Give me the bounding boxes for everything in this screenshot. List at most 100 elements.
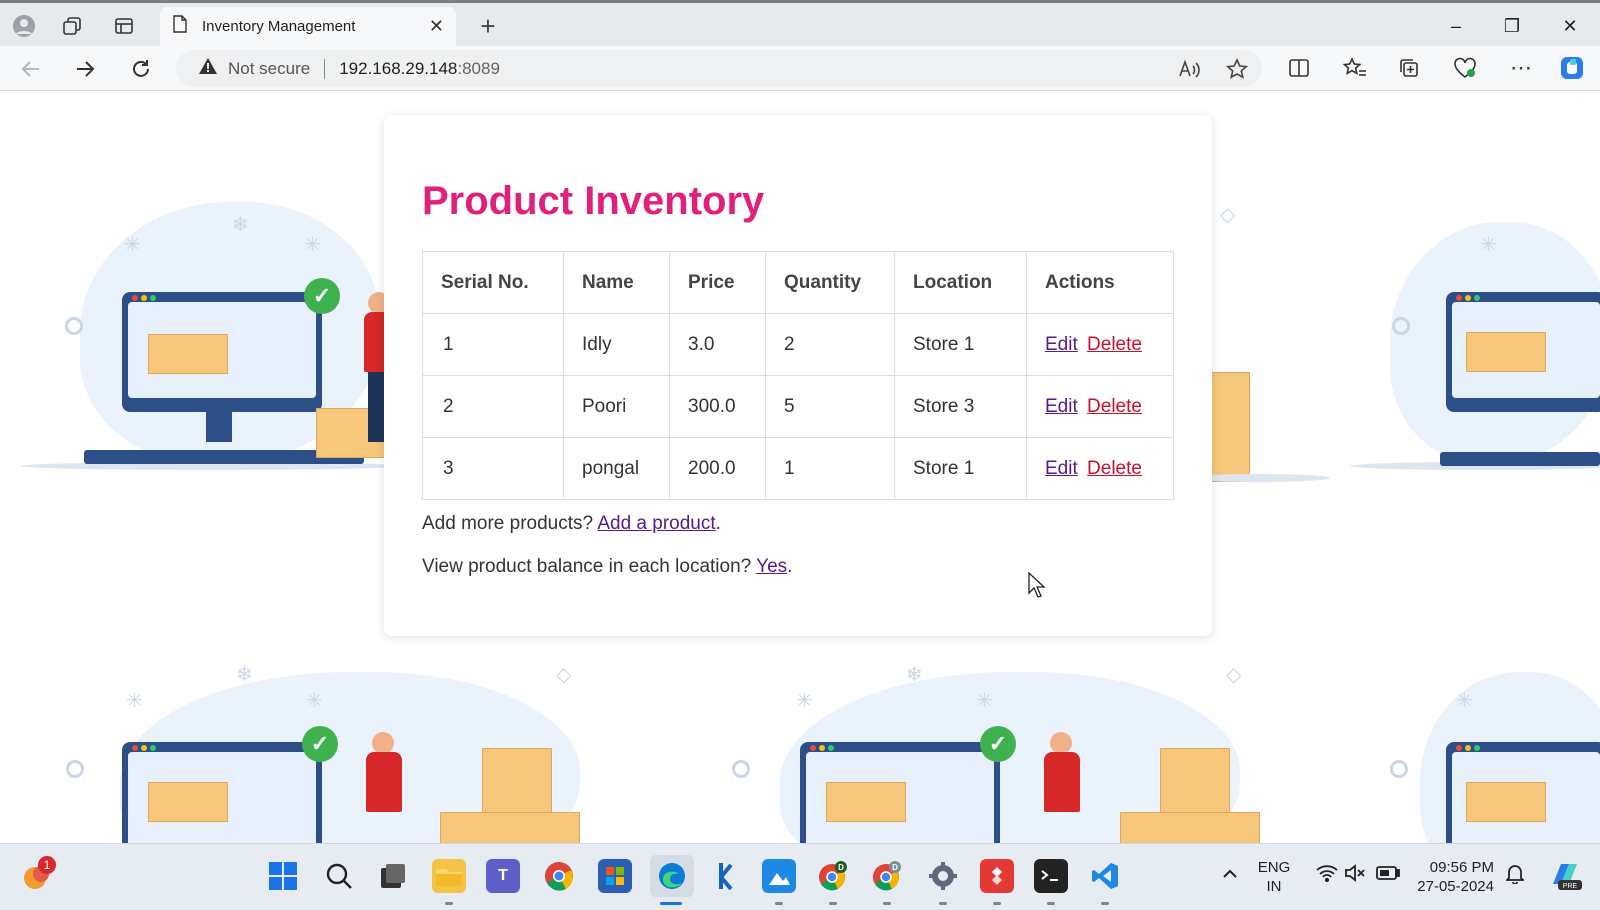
copilot-taskbar-icon[interactable]: PRE — [1548, 858, 1582, 897]
vertical-tabs-icon[interactable] — [108, 11, 140, 41]
tab-inventory-management[interactable]: Inventory Management ✕ — [160, 7, 456, 46]
running-indicator — [883, 902, 891, 905]
copilot-icon[interactable] — [1555, 51, 1589, 85]
volume-muted-icon[interactable] — [1344, 864, 1366, 887]
diamond-icon: ◇ — [1226, 664, 1242, 686]
profile-icon[interactable] — [8, 11, 40, 41]
battery-icon[interactable] — [1376, 864, 1400, 887]
windows-taskbar: 1 T D D ENG IN 09:56 PM 27-05-2024 PRE — [0, 843, 1600, 910]
table-row: 3 pongal 200.0 1 Store 1 Edit Delete — [422, 437, 1174, 500]
add-more-text: Add more products? — [422, 513, 594, 534]
microsoft-store-icon[interactable] — [598, 859, 632, 893]
running-indicator — [993, 902, 1001, 905]
column-header-location: Location — [894, 251, 1027, 314]
box-illustration — [1466, 332, 1546, 372]
address-divider — [324, 58, 326, 79]
minimize-button[interactable]: – — [1436, 11, 1476, 41]
edit-link[interactable]: Edit — [1045, 458, 1078, 479]
decor-ring — [1392, 317, 1410, 335]
chrome-profile-d2-icon[interactable]: D — [870, 859, 904, 893]
diamond-icon: ◇ — [1220, 204, 1236, 226]
cell-price: 200.0 — [669, 437, 766, 500]
terminal-icon[interactable] — [1034, 859, 1068, 893]
chrome-profile-d-icon[interactable]: D — [816, 859, 850, 893]
column-header-quantity: Quantity — [765, 251, 895, 314]
restore-button[interactable]: ❐ — [1492, 11, 1532, 41]
box-illustration — [148, 782, 228, 822]
decor-ring — [732, 760, 750, 778]
notification-bell-icon[interactable] — [1504, 864, 1526, 889]
clock[interactable]: 09:56 PM 27-05-2024 — [1410, 858, 1494, 896]
box-illustration — [148, 334, 228, 374]
page-icon — [172, 15, 188, 38]
browser-toolbar: Not secure 192.168.29.148:8089 ⋯ — [0, 46, 1600, 91]
read-aloud-icon[interactable] — [1174, 56, 1204, 82]
start-menu-icon[interactable] — [266, 859, 300, 893]
language-indicator[interactable]: ENG IN — [1252, 858, 1296, 896]
cell-price: 3.0 — [669, 313, 766, 376]
close-window-button[interactable]: ✕ — [1550, 11, 1590, 41]
address-bar[interactable]: Not secure 192.168.29.148:8089 — [176, 50, 1262, 87]
column-header-price: Price — [669, 251, 766, 314]
inventory-card: Product Inventory Serial No. Name Price … — [384, 115, 1212, 636]
delete-link[interactable]: Delete — [1087, 334, 1142, 355]
cell-serial: 2 — [422, 375, 564, 438]
snowflake-icon: ❄ — [232, 214, 249, 236]
vscode-icon[interactable] — [1088, 859, 1122, 893]
more-options-icon[interactable]: ⋯ — [1504, 51, 1538, 85]
cell-name: Idly — [563, 313, 670, 376]
sparkle-icon: ✳ — [304, 234, 321, 256]
file-explorer-icon[interactable] — [432, 859, 466, 893]
favorites-icon[interactable] — [1338, 51, 1372, 85]
delete-link[interactable]: Delete — [1087, 396, 1142, 417]
sparkle-icon: ✳ — [796, 690, 813, 712]
notification-badge: 1 — [38, 856, 56, 874]
app-k-icon[interactable] — [708, 859, 742, 893]
wifi-icon[interactable] — [1316, 864, 1338, 887]
view-balance-link[interactable]: Yes — [756, 556, 787, 577]
add-product-link[interactable]: Add a product — [597, 513, 715, 534]
tab-close-icon[interactable]: ✕ — [429, 16, 444, 37]
edit-link[interactable]: Edit — [1045, 334, 1078, 355]
cell-serial: 3 — [422, 437, 564, 500]
back-arrow-icon[interactable] — [14, 52, 48, 86]
favorite-star-icon[interactable] — [1222, 56, 1252, 82]
cell-actions: Edit Delete — [1026, 437, 1174, 500]
refresh-icon[interactable] — [124, 52, 158, 86]
column-header-name: Name — [563, 251, 670, 314]
running-indicator — [445, 902, 453, 905]
cell-actions: Edit Delete — [1026, 313, 1174, 376]
sparkle-icon: ✳ — [1480, 234, 1497, 256]
monitor-dots — [132, 295, 156, 301]
search-icon[interactable] — [322, 859, 356, 893]
table-row: 2 Poori 300.0 5 Store 3 Edit Delete — [422, 375, 1174, 438]
split-screen-icon[interactable] — [1282, 51, 1316, 85]
svg-text:D: D — [892, 863, 898, 872]
clock-time: 09:56 PM — [1429, 859, 1494, 876]
new-tab-button[interactable]: + — [472, 11, 504, 41]
security-label[interactable]: Not secure — [228, 59, 310, 79]
running-indicator — [939, 902, 947, 905]
chrome-icon[interactable] — [542, 859, 576, 893]
workspaces-icon[interactable] — [56, 11, 88, 41]
settings-gear-icon[interactable] — [926, 859, 960, 893]
delete-link[interactable]: Delete — [1087, 458, 1142, 479]
forward-arrow-icon[interactable] — [68, 52, 102, 86]
edge-icon[interactable] — [650, 855, 694, 897]
box-illustration — [440, 812, 580, 843]
cell-name: Poori — [563, 375, 670, 438]
anydesk-icon[interactable] — [980, 859, 1014, 893]
add-more-period: . — [715, 513, 721, 534]
show-hidden-icons-chevron-icon[interactable] — [1222, 864, 1238, 883]
teams-icon[interactable]: T — [486, 859, 520, 893]
running-indicator — [829, 902, 837, 905]
photos-icon[interactable] — [762, 859, 796, 893]
table-row: 1 Idly 3.0 2 Store 1 Edit Delete — [422, 313, 1174, 376]
decor-ring — [66, 760, 84, 778]
background-illustration-bottom-right: ✳ — [1390, 652, 1600, 843]
edit-link[interactable]: Edit — [1045, 396, 1078, 417]
task-view-icon[interactable] — [376, 859, 410, 893]
collections-icon[interactable] — [1392, 51, 1426, 85]
browser-essentials-icon[interactable] — [1448, 51, 1482, 85]
snowflake-icon: ❄ — [906, 664, 923, 686]
